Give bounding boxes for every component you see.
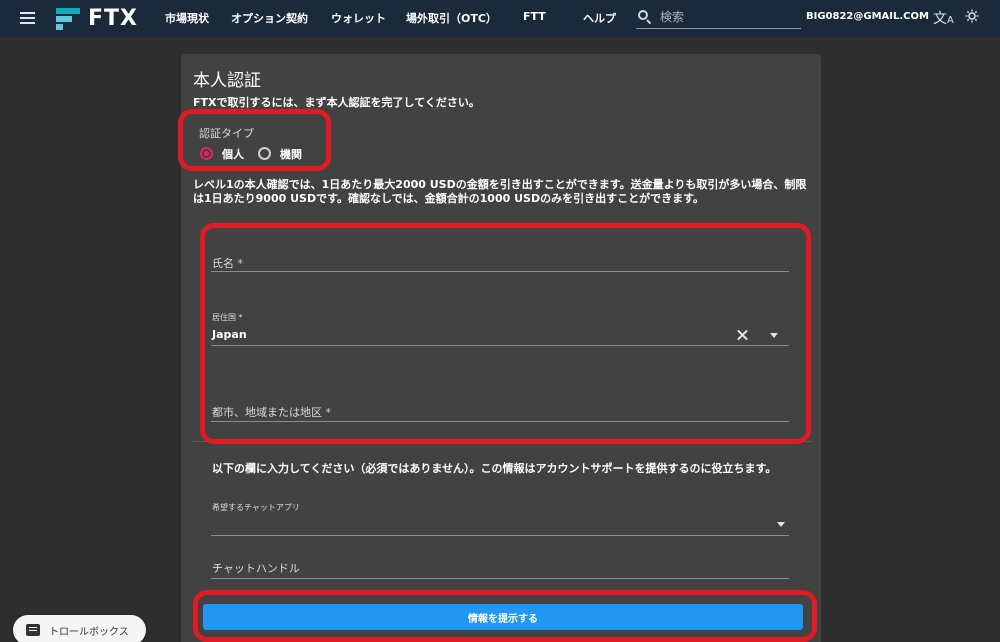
city-input[interactable] (211, 421, 789, 422)
country-select[interactable] (211, 345, 789, 346)
submit-info-button[interactable]: 情報を提示する (203, 604, 803, 630)
chevron-down-icon[interactable] (770, 333, 778, 338)
chat-app-label: 希望するチャットアプリ (212, 503, 300, 512)
country-label: 居住国 * (212, 313, 243, 322)
clear-icon[interactable] (736, 328, 749, 341)
nav-wallet[interactable]: ウォレット (331, 10, 386, 26)
chat-handle-label: チャットハンドル (212, 562, 300, 575)
trollbox-button[interactable]: トロールボックス (13, 615, 146, 642)
city-label: 都市、地域または地区 * (212, 406, 331, 419)
full-name-input[interactable] (211, 271, 789, 272)
ftx-logo-icon (52, 5, 82, 31)
radio-individual[interactable] (200, 147, 213, 160)
nav-otc[interactable]: 場外取引（OTC） (406, 10, 497, 26)
ftx-logo[interactable]: FTX (52, 5, 138, 31)
level-info-text: レベル1の本人確認では、1日あたり最大2000 USDの金額を引き出すことができ… (193, 178, 807, 205)
nav-options[interactable]: オプション契約 (231, 10, 308, 26)
chevron-down-icon[interactable] (777, 522, 785, 527)
chat-handle-input[interactable] (211, 578, 789, 579)
search-box[interactable] (636, 6, 801, 29)
auth-type-label: 認証タイプ (199, 127, 254, 140)
country-value[interactable]: Japan (212, 328, 247, 341)
verification-panel (181, 54, 821, 642)
chat-icon (26, 624, 40, 636)
page-title: 本人認証 (193, 71, 261, 91)
top-navigation-bar: FTX 市場現状 オプション契約 ウォレット 場外取引（OTC） FTT ヘルプ… (0, 0, 1000, 37)
theme-icon[interactable] (965, 9, 979, 23)
account-email[interactable]: BIG0822@GMAIL.COM (806, 11, 929, 22)
search-icon (638, 10, 652, 25)
trollbox-label: トロールボックス (49, 626, 129, 638)
optional-info-text: 以下の欄に入力してください（必須ではありません）。この情報はアカウントサポートを… (212, 462, 777, 475)
radio-institution[interactable] (258, 147, 271, 160)
section-divider (193, 441, 813, 442)
translate-icon[interactable]: 文A (933, 8, 954, 28)
nav-markets[interactable]: 市場現状 (165, 10, 209, 26)
page-subtitle: FTXで取引するには、まず本人認証を完了してください。 (193, 96, 480, 109)
chat-app-select[interactable] (211, 535, 789, 536)
nav-ftt[interactable]: FTT (523, 10, 546, 23)
menu-icon[interactable] (20, 12, 35, 24)
radio-individual-label[interactable]: 個人 (222, 146, 244, 162)
search-input[interactable] (660, 10, 790, 24)
radio-institution-label[interactable]: 機関 (280, 146, 302, 162)
logo-text: FTX (88, 5, 138, 31)
full-name-label: 氏名 * (212, 257, 243, 270)
nav-help[interactable]: ヘルプ (583, 10, 616, 26)
